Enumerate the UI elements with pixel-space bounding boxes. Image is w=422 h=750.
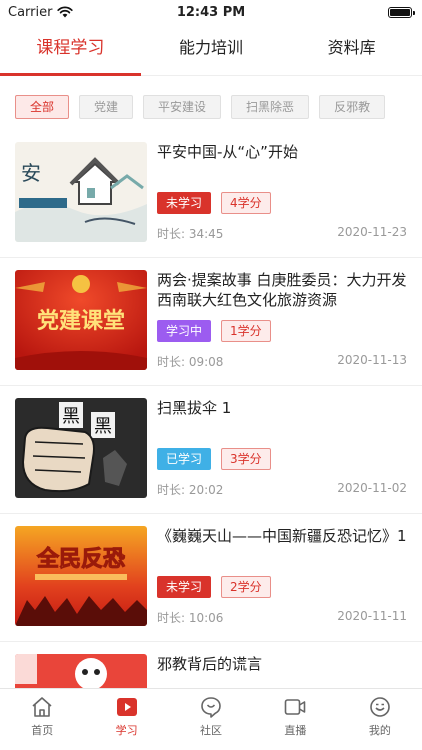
course-thumbnail: 黑 黑	[15, 398, 147, 498]
smiley-icon	[370, 697, 390, 717]
course-duration: 时长: 10:06	[157, 611, 224, 625]
play-icon	[116, 698, 137, 716]
course-meta: 时长: 20:02 2020-11-02	[157, 481, 407, 498]
course-badges: 未学习 2学分	[157, 576, 271, 598]
video-camera-icon	[285, 699, 306, 715]
filter-chip-all[interactable]: 全部	[15, 95, 70, 119]
fist-crush-image: 黑 黑	[15, 398, 147, 498]
course-date: 2020-11-13	[337, 353, 407, 367]
filter-chip-anti-gang[interactable]: 扫黑除恶	[231, 95, 310, 119]
status-bar: Carrier 12:43 PM	[0, 0, 422, 24]
course-date: 2020-11-11	[337, 609, 407, 623]
carrier-label: Carrier	[8, 4, 53, 20]
course-title: 《巍巍天山——中国新疆反恐记忆》1	[157, 527, 407, 545]
filter-chip-safety[interactable]: 平安建设	[143, 95, 222, 119]
course-item[interactable]: 安 平安中国-从“心”开始 未学习 4学分 时长: 34:45 2020-11-…	[0, 130, 422, 258]
credit-badge: 1学分	[221, 320, 271, 342]
course-badges: 已学习 3学分	[157, 448, 271, 470]
filter-chip-party-building[interactable]: 党建	[79, 95, 134, 119]
party-building-banner-image: 党建课堂	[15, 270, 147, 370]
svg-text:黑: 黑	[62, 406, 80, 427]
nav-live-label: 直播	[284, 724, 307, 737]
course-date: 2020-11-02	[337, 481, 407, 495]
svg-text:黑: 黑	[94, 416, 112, 437]
category-filter-bar: 全部 党建 平安建设 扫黑除恶 反邪教	[15, 95, 422, 119]
nav-community[interactable]: 社区	[169, 689, 253, 750]
battery-icon	[388, 6, 415, 18]
ink-landscape-image: 安	[15, 142, 147, 242]
nav-mine-label: 我的	[368, 724, 391, 737]
course-duration: 时长: 34:45	[157, 227, 224, 241]
course-title: 两会·提案故事 白庚胜委员：大力开发西南联大红色文化旅游资源	[157, 271, 407, 309]
nav-study-label: 学习	[115, 724, 138, 737]
svg-text:党建课堂: 党建课堂	[37, 309, 125, 334]
course-title: 邪教背后的谎言	[157, 655, 263, 673]
course-date: 2020-11-23	[337, 225, 407, 239]
filter-chip-anti-cult[interactable]: 反邪教	[319, 95, 386, 119]
course-thumbnail: 党建课堂	[15, 270, 147, 370]
course-title: 平安中国-从“心”开始	[157, 143, 298, 161]
course-item[interactable]: 党建课堂 两会·提案故事 白庚胜委员：大力开发西南联大红色文化旅游资源 学习中 …	[0, 258, 422, 386]
wifi-icon	[57, 6, 74, 18]
course-thumbnail: 全民反恐	[15, 526, 147, 626]
course-badges: 学习中 1学分	[157, 320, 271, 342]
nav-mine[interactable]: 我的	[338, 689, 422, 750]
course-meta: 时长: 09:08 2020-11-13	[157, 353, 407, 370]
course-meta: 时长: 34:45 2020-11-23	[157, 225, 407, 242]
study-status-badge: 学习中	[157, 320, 212, 342]
tab-skill-training[interactable]: 能力培训	[141, 28, 282, 75]
course-duration: 时长: 20:02	[157, 483, 224, 497]
nav-study[interactable]: 学习	[84, 689, 168, 750]
credit-badge: 2学分	[221, 576, 271, 598]
study-status-badge: 未学习	[157, 576, 212, 598]
bottom-nav: 首页 学习 社区 直播 我的	[0, 688, 422, 750]
course-item[interactable]: 全民反恐 《巍巍天山——中国新疆反恐记忆》1 未学习 2学分 时长: 10:06…	[0, 514, 422, 642]
course-meta: 时长: 10:06 2020-11-11	[157, 609, 407, 626]
nav-community-label: 社区	[200, 724, 223, 737]
tab-course-study[interactable]: 课程学习	[0, 28, 141, 76]
nav-home[interactable]: 首页	[0, 689, 84, 750]
course-item[interactable]: 黑 黑 扫黑拔伞 1 已学习 3学分 时长: 20:02 2020-11-02	[0, 386, 422, 514]
course-badges: 未学习 4学分	[157, 192, 271, 214]
top-tab-bar: 课程学习 能力培训 资料库	[0, 28, 422, 76]
course-duration: 时长: 09:08	[157, 355, 224, 369]
svg-text:全民反恐: 全民反恐	[36, 546, 125, 572]
nav-home-label: 首页	[31, 724, 54, 737]
svg-text:安: 安	[21, 161, 41, 185]
nav-live[interactable]: 直播	[253, 689, 337, 750]
tab-resource-library[interactable]: 资料库	[281, 28, 422, 75]
home-icon	[32, 697, 52, 717]
chat-bubble-icon	[201, 697, 221, 718]
study-status-badge: 未学习	[157, 192, 212, 214]
course-title: 扫黑拔伞 1	[157, 399, 232, 417]
anti-terror-poster-image: 全民反恐	[15, 526, 147, 626]
status-left: Carrier	[8, 4, 74, 20]
course-thumbnail: 安	[15, 142, 147, 242]
study-status-badge: 已学习	[157, 448, 212, 470]
credit-badge: 3学分	[221, 448, 271, 470]
credit-badge: 4学分	[221, 192, 271, 214]
